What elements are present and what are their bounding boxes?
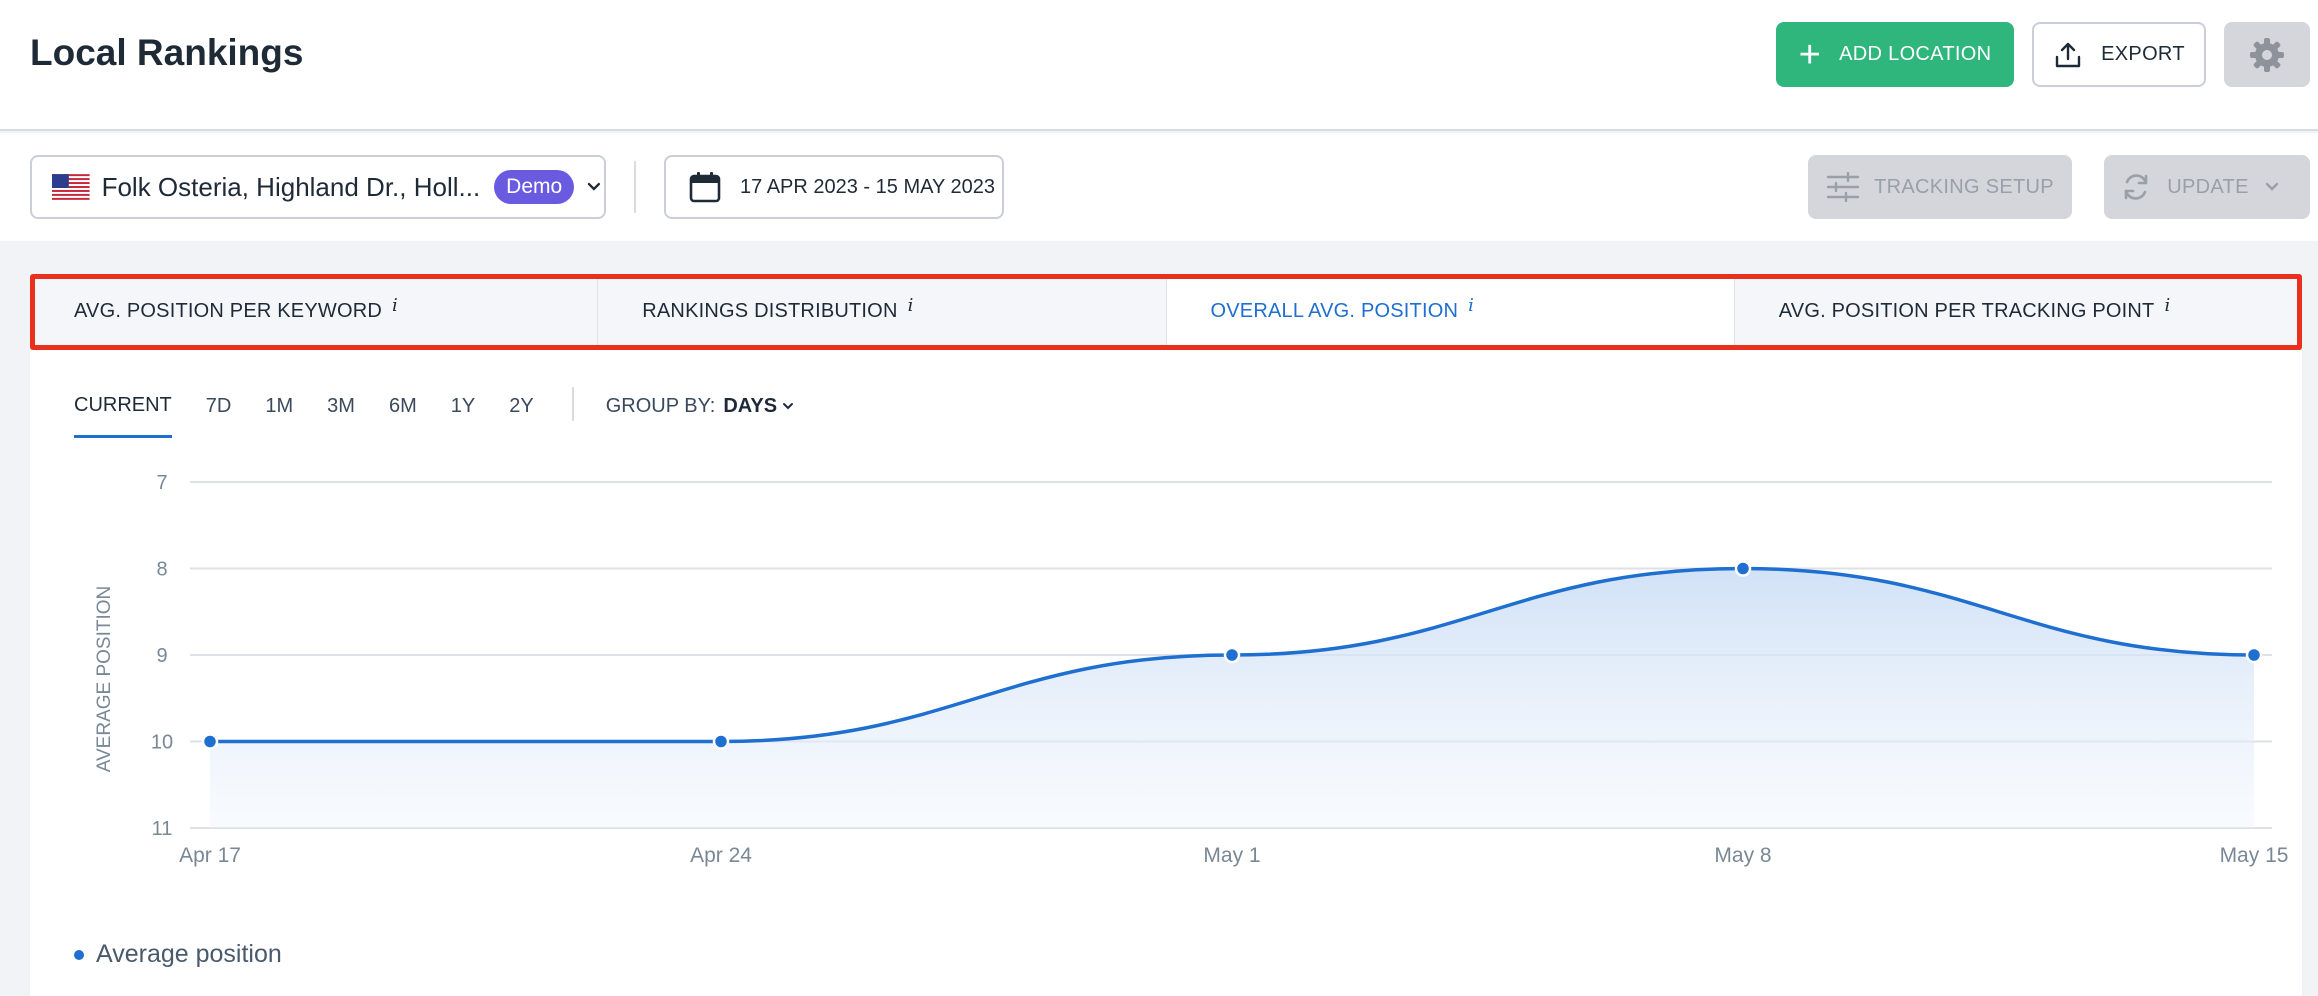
legend-label: Average position <box>96 940 282 968</box>
refresh-icon <box>2124 174 2148 200</box>
info-icon[interactable]: i <box>392 295 398 316</box>
toolbar: Folk Osteria, Highland Dr., Holl... Demo… <box>0 133 2318 241</box>
period-2y[interactable]: 2Y <box>509 395 533 438</box>
upload-icon <box>2055 42 2081 67</box>
chart-legend[interactable]: Average position <box>74 940 282 969</box>
data-point[interactable] <box>201 733 219 750</box>
y-tick-label: 8 <box>156 559 167 581</box>
demo-badge: Demo <box>494 170 575 204</box>
date-range-picker[interactable]: 17 APR 2023 - 15 MAY 2023 <box>664 155 1004 219</box>
export-label: EXPORT <box>2101 43 2185 65</box>
tab-avg-position-per-tracking-point[interactable]: AVG. POSITION PER TRACKING POINT i <box>1735 274 2302 349</box>
update-button[interactable]: UPDATE <box>2104 155 2310 219</box>
tab-overall-avg-position[interactable]: OVERALL AVG. POSITION i <box>1166 274 1735 349</box>
y-tick-label: 11 <box>152 818 173 840</box>
tab-rankings-distribution[interactable]: RANKINGS DISTRIBUTION i <box>598 274 1167 349</box>
period-7d[interactable]: 7D <box>206 395 232 438</box>
tracking-setup-button[interactable]: TRACKING SETUP <box>1808 155 2072 219</box>
tab-label: AVG. POSITION PER TRACKING POINT <box>1778 300 2155 322</box>
add-location-label: ADD LOCATION <box>1839 43 1992 65</box>
data-point[interactable] <box>1223 646 1241 664</box>
location-name: Folk Osteria, Highland Dr., Holl... <box>101 171 481 202</box>
legend-marker <box>74 949 84 960</box>
data-point[interactable] <box>2245 646 2263 664</box>
period-1y[interactable]: 1Y <box>451 395 475 438</box>
y-tick-label: 10 <box>151 732 173 754</box>
report-tabs: AVG. POSITION PER KEYWORD i RANKINGS DIS… <box>30 274 2302 350</box>
tab-avg-position-per-keyword[interactable]: AVG. POSITION PER KEYWORD i <box>30 274 599 349</box>
sliders-icon <box>1826 172 1860 202</box>
tab-label: RANKINGS DISTRIBUTION <box>642 300 898 322</box>
info-icon[interactable]: i <box>1468 295 1474 316</box>
chevron-down-icon <box>2265 182 2278 191</box>
report-card: AVG. POSITION PER KEYWORD i RANKINGS DIS… <box>30 274 2302 996</box>
period-divider <box>571 387 574 421</box>
tab-label: OVERALL AVG. POSITION <box>1210 300 1459 322</box>
group-by-label: GROUP BY: <box>605 394 716 417</box>
period-1m[interactable]: 1M <box>265 395 293 438</box>
calendar-icon <box>689 172 721 203</box>
y-tick-label: 9 <box>156 645 167 667</box>
chevron-down-icon <box>587 182 601 191</box>
plus-icon: + <box>1798 33 1822 76</box>
period-3m[interactable]: 3M <box>327 395 355 438</box>
update-label: UPDATE <box>2167 175 2249 198</box>
x-tick-label: Apr 24 <box>690 844 752 867</box>
period-selector: CURRENT 7D 1M 3M 6M 1Y 2Y GROUP BY: DAYS <box>74 384 795 438</box>
x-tick-label: Apr 17 <box>179 844 241 867</box>
group-by-select[interactable]: DAYS <box>723 395 777 418</box>
toolbar-divider <box>634 161 636 213</box>
info-icon[interactable]: i <box>2164 295 2170 316</box>
x-tick-label: May 1 <box>1203 844 1260 867</box>
period-current[interactable]: CURRENT <box>74 394 172 438</box>
add-location-button[interactable]: + ADD LOCATION <box>1776 22 2014 87</box>
date-range-text: 17 APR 2023 - 15 MAY 2023 <box>740 175 995 198</box>
location-select[interactable]: Folk Osteria, Highland Dr., Holl... Demo <box>30 155 606 219</box>
x-tick-label: May 15 <box>2220 844 2289 867</box>
chevron-down-icon <box>783 403 794 410</box>
area-fill <box>210 568 2254 828</box>
period-6m[interactable]: 6M <box>389 395 417 438</box>
page-title: Local Rankings <box>30 32 304 73</box>
y-tick-label: 7 <box>156 472 167 494</box>
x-tick-label: May 8 <box>1714 844 1771 867</box>
info-icon[interactable]: i <box>908 295 914 316</box>
export-button[interactable]: EXPORT <box>2032 22 2206 87</box>
us-flag-icon <box>52 174 90 200</box>
tab-label: AVG. POSITION PER KEYWORD <box>74 300 383 322</box>
data-point[interactable] <box>712 733 730 750</box>
y-axis-label: AVERAGE POSITION <box>94 586 115 773</box>
tracking-setup-label: TRACKING SETUP <box>1874 175 2054 198</box>
gear-icon <box>2250 37 2284 72</box>
settings-button[interactable] <box>2224 22 2310 87</box>
data-point[interactable] <box>1734 560 1752 577</box>
page-header: Local Rankings + ADD LOCATION EXPORT <box>0 0 2318 131</box>
average-position-chart: 7 8 9 10 11 Apr 17 Apr 24 May 1 May 8 May 15 AVE… <box>94 472 2289 867</box>
